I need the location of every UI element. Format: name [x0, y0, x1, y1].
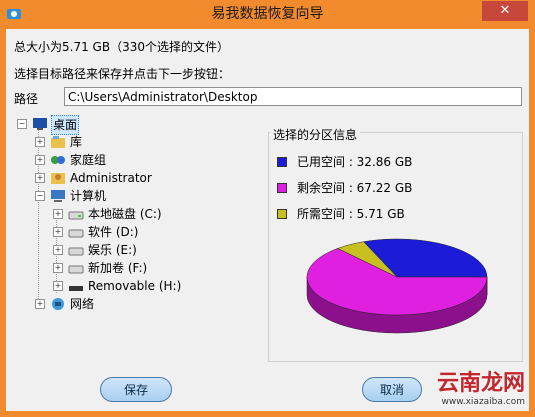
- dialog-window: 易我数据恢复向导 ✕ 总大小为5.71 GB（330个选择的文件） 选择目标路径…: [0, 0, 535, 417]
- network-icon: [52, 298, 64, 310]
- legend-swatch: [277, 183, 287, 193]
- dialog-content: 总大小为5.71 GB（330个选择的文件） 选择目标路径来保存并点击下一步按钮…: [6, 29, 529, 411]
- tree-item-label: 本地磁盘 (C:): [88, 207, 162, 221]
- disk-drive-icon: [68, 265, 84, 274]
- tree-item-libraries[interactable]: + 库: [14, 133, 244, 151]
- title-bar[interactable]: 易我数据恢复向导 ✕: [0, 0, 535, 29]
- tree-item-label: Removable (H:): [88, 279, 182, 293]
- tree-item-drive-c[interactable]: + 本地磁盘 (C:): [14, 205, 244, 223]
- tree-item-label: 库: [70, 135, 83, 149]
- expand-icon[interactable]: +: [35, 173, 45, 183]
- tree-item-label: 家庭组: [70, 153, 107, 167]
- collapse-icon[interactable]: −: [17, 119, 27, 129]
- expand-icon[interactable]: +: [35, 155, 45, 165]
- legend-swatch: [277, 157, 287, 167]
- tree-item-drive-e[interactable]: + 娱乐 (E:): [14, 241, 244, 259]
- path-label: 路径: [14, 92, 39, 106]
- legend-label: 已用空间 : 32.86 GB: [297, 155, 413, 169]
- tree-item-network[interactable]: + 网络: [14, 295, 244, 313]
- window-title: 易我数据恢复向导: [211, 6, 324, 22]
- tree-item-label: 新加卷 (F:): [88, 261, 148, 275]
- computer-icon: [51, 190, 65, 202]
- total-size-text: 总大小为5.71 GB（330个选择的文件）: [14, 40, 229, 54]
- folder-tree[interactable]: − 桌面 + 库 + 家庭组 + Administrator − 计算机 + 本…: [14, 115, 255, 365]
- legend-item-used: 已用空间 : 32.86 GB: [277, 155, 477, 169]
- partition-pie-chart: [306, 238, 488, 334]
- tree-item-drive-h[interactable]: + Removable (H:): [14, 277, 244, 295]
- user-folder-icon: [51, 173, 65, 184]
- legend-label: 所需空间 : 5.71 GB: [297, 207, 405, 221]
- collapse-icon[interactable]: −: [35, 191, 45, 201]
- path-input[interactable]: [64, 87, 522, 106]
- save-button[interactable]: 保存: [100, 377, 172, 402]
- tree-item-label: Administrator: [70, 171, 152, 185]
- partition-info-title: 选择的分区信息: [270, 126, 361, 143]
- library-icon: [51, 136, 65, 148]
- expand-icon[interactable]: +: [53, 227, 63, 237]
- partition-info-group: 已用空间 : 32.86 GB 剩余空间 : 67.22 GB 所需空间 : 5…: [268, 132, 523, 362]
- tree-item-label: 娱乐 (E:): [88, 243, 137, 257]
- legend-item-free: 剩余空间 : 67.22 GB: [277, 181, 477, 195]
- expand-icon[interactable]: +: [53, 281, 63, 291]
- watermark-brand: 云南龙网: [436, 371, 525, 396]
- expand-icon[interactable]: +: [53, 209, 63, 219]
- watermark-url: www.xiazaiba.com: [441, 397, 525, 407]
- legend-item-required: 所需空间 : 5.71 GB: [277, 207, 477, 221]
- instruction-text: 选择目标路径来保存并点击下一步按钮：: [14, 67, 231, 81]
- tree-item-label: 桌面: [51, 115, 80, 135]
- homegroup-icon: [51, 156, 65, 164]
- tree-item-drive-f[interactable]: + 新加卷 (F:): [14, 259, 244, 277]
- tree-item-label: 计算机: [70, 189, 107, 203]
- legend-label: 剩余空间 : 67.22 GB: [297, 181, 413, 195]
- disk-drive-icon: [68, 247, 84, 256]
- expand-icon[interactable]: +: [53, 245, 63, 255]
- disk-drive-icon: [68, 229, 84, 238]
- desktop-icon: [33, 118, 47, 130]
- tree-item-label: 软件 (D:): [88, 225, 139, 239]
- tree-item-computer[interactable]: − 计算机: [14, 187, 244, 205]
- expand-icon[interactable]: +: [35, 299, 45, 309]
- removable-drive-icon: [69, 286, 83, 291]
- close-button[interactable]: ✕: [482, 1, 528, 21]
- expand-icon[interactable]: +: [35, 137, 45, 147]
- cancel-button[interactable]: 取消: [362, 377, 422, 402]
- tree-item-administrator[interactable]: + Administrator: [14, 169, 244, 187]
- tree-item-drive-d[interactable]: + 软件 (D:): [14, 223, 244, 241]
- watermark-logo: 云南龙网 www.xiazaiba.com: [437, 365, 525, 407]
- disk-drive-icon: [68, 211, 84, 220]
- legend-swatch: [277, 209, 287, 219]
- tree-item-homegroup[interactable]: + 家庭组: [14, 151, 244, 169]
- tree-item-desktop[interactable]: − 桌面: [14, 115, 244, 135]
- expand-icon[interactable]: +: [53, 263, 63, 273]
- tree-item-label: 网络: [70, 297, 95, 311]
